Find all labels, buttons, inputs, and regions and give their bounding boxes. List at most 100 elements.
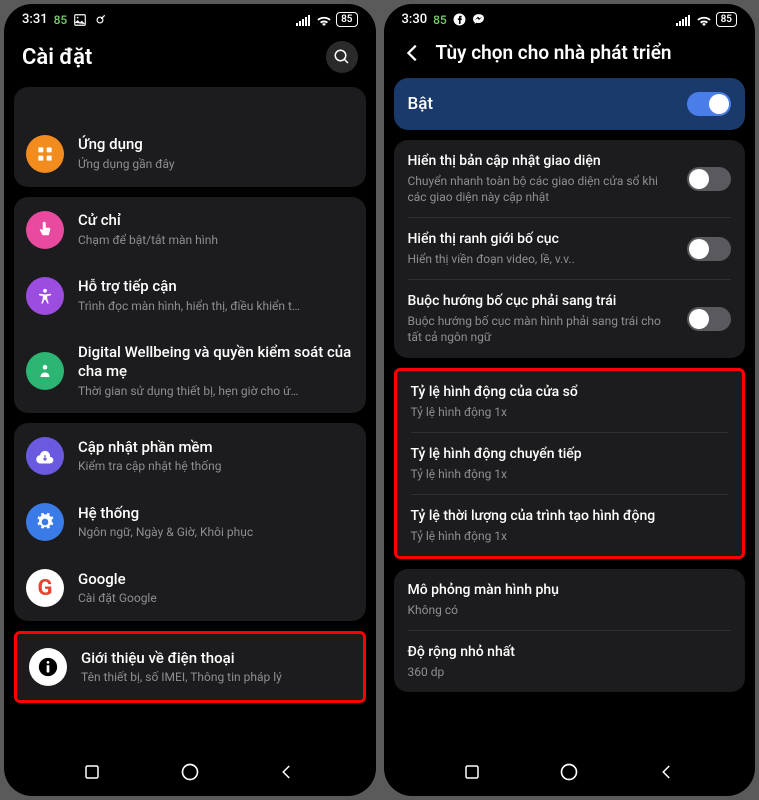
dev-item-title: Buộc hướng bố cục phải sang trái	[408, 292, 678, 311]
image-icon	[73, 13, 87, 27]
list-item-system[interactable]: Hệ thống Ngôn ngữ, Ngày & Giờ, Khôi phục	[14, 489, 366, 555]
list-item-gestures[interactable]: Cử chỉ Chạm để bật/tắt màn hình	[14, 197, 366, 263]
toggle[interactable]	[687, 307, 731, 331]
google-icon: G	[26, 569, 64, 607]
status-time: 3:31	[22, 12, 48, 27]
nav-back[interactable]	[278, 763, 296, 781]
dev-item-sub: Tỷ lệ hình động 1x	[411, 528, 729, 544]
toggle[interactable]	[687, 167, 731, 191]
dev-item-title: Mô phỏng màn hình phụ	[408, 581, 732, 600]
list-item-update[interactable]: Cập nhật phần mềm Kiểm tra cập nhật hệ t…	[14, 423, 366, 489]
list-item-title: Cử chỉ	[78, 211, 354, 231]
info-icon	[29, 648, 67, 686]
touch-icon	[26, 211, 64, 249]
dev-item-sub: Chuyển nhanh toàn bộ các giao diện cửa s…	[408, 173, 678, 205]
location-icon	[93, 13, 107, 27]
dev-item-animator-duration[interactable]: Tỷ lệ thời lượng của trình tạo hình động…	[397, 495, 743, 556]
battery-icon: 85	[336, 12, 357, 27]
header: Tùy chọn cho nhà phát triển	[384, 31, 756, 78]
list-item-title: Hệ thống	[78, 504, 354, 524]
list-item-title: Giới thiệu về điện thoại	[81, 649, 351, 669]
list-item-sub: Ngôn ngữ, Ngày & Giờ, Khôi phục	[78, 525, 354, 541]
list-item-sub: Trình đọc màn hình, hiển thị, điều khiển…	[78, 299, 354, 315]
list-item-sub: Cài đặt Google	[78, 591, 354, 607]
signal-icon	[296, 14, 312, 26]
battery-icon: 85	[716, 12, 737, 27]
dev-group-3: Mô phỏng màn hình phụ Không có Độ rộng n…	[394, 569, 746, 692]
status-bar: 3:30 85 85	[384, 4, 756, 31]
facebook-icon	[453, 13, 466, 26]
list-item-sub: Tên thiết bị, số IMEI, Thông tin pháp lý	[81, 670, 351, 686]
dev-item-title: Tỷ lệ hình động chuyển tiếp	[411, 445, 729, 464]
dev-item-transition-animation[interactable]: Tỷ lệ hình động chuyển tiếp Tỷ lệ hình đ…	[397, 433, 743, 494]
page-title: Cài đặt	[22, 45, 314, 70]
dev-item-secondary-display[interactable]: Mô phỏng màn hình phụ Không có	[394, 569, 746, 630]
list-item-accessibility[interactable]: Hỗ trợ tiếp cận Trình đọc màn hình, hiển…	[14, 263, 366, 329]
nav-bar	[4, 752, 376, 796]
header: Cài đặt	[4, 31, 376, 87]
nav-bar	[384, 752, 756, 796]
page-title: Tùy chọn cho nhà phát triển	[436, 41, 738, 64]
nav-home[interactable]	[559, 762, 579, 782]
accessibility-icon	[26, 277, 64, 315]
list-item-title: Ứng dụng	[78, 135, 354, 155]
list-item-sub: Kiểm tra cập nhật hệ thống	[78, 459, 354, 475]
dev-item-sub: 360 dp	[408, 664, 732, 680]
list-item-google[interactable]: G Google Cài đặt Google	[14, 555, 366, 621]
dev-group-1: Hiển thị bản cập nhật giao diện Chuyển n…	[394, 140, 746, 358]
dev-item-force-rtl[interactable]: Buộc hướng bố cục phải sang trái Buộc hư…	[394, 280, 746, 357]
dev-item-title: Tỷ lệ hình động của cửa sổ	[411, 383, 729, 402]
dev-item-sub: Không có	[408, 602, 732, 618]
list-item-sub: Thời gian sử dụng thiết bị, hẹn giờ cho …	[78, 384, 354, 400]
list-item-sub: Chạm để bật/tắt màn hình	[78, 233, 354, 249]
apps-icon	[26, 135, 64, 173]
phone-right: 3:30 85 85 Tùy chọn cho nhà phát triển B…	[384, 4, 756, 796]
dev-item-title: Độ rộng nhỏ nhất	[408, 643, 732, 662]
list-item-sub: Ứng dụng gần đây	[78, 157, 354, 173]
list-item-title: Google	[78, 570, 354, 590]
status-time: 3:30	[402, 12, 428, 27]
dev-item-sub: Hiển thị viền đoạn video, lề, v.v..	[408, 251, 678, 267]
dev-item-window-animation[interactable]: Tỷ lệ hình động của cửa sổ Tỷ lệ hình độ…	[397, 371, 743, 432]
search-button[interactable]	[326, 41, 358, 73]
search-icon	[333, 48, 351, 66]
settings-list: . Ứng dụng Ứng dụng gần đây Cử chỉ C	[4, 87, 376, 752]
dev-item-sub: Tỷ lệ hình động 1x	[411, 404, 729, 420]
toggle[interactable]	[687, 237, 731, 261]
nav-back[interactable]	[658, 763, 676, 781]
master-toggle-card[interactable]: Bật	[394, 78, 746, 130]
wifi-icon	[696, 14, 712, 26]
back-button[interactable]	[402, 42, 424, 64]
dev-item-surface-updates[interactable]: Hiển thị bản cập nhật giao diện Chuyển n…	[394, 140, 746, 217]
list-item-wellbeing[interactable]: Digital Wellbeing và quyền kiểm soát của…	[14, 329, 366, 414]
list-item-about[interactable]: Giới thiệu về điện thoại Tên thiết bị, s…	[17, 634, 363, 700]
dev-item-title: Hiển thị bản cập nhật giao diện	[408, 152, 678, 171]
dev-item-title: Hiển thị ranh giới bố cục	[408, 230, 678, 249]
signal-icon	[676, 14, 692, 26]
wellbeing-icon	[26, 352, 64, 390]
status-num: 85	[54, 13, 68, 27]
nav-recent[interactable]	[83, 763, 101, 781]
list-item-title: Hỗ trợ tiếp cận	[78, 277, 354, 297]
dev-item-title: Tỷ lệ thời lượng của trình tạo hình động	[411, 507, 729, 526]
master-toggle-label: Bật	[408, 94, 434, 114]
dev-item-sub: Buộc hướng bố cục màn hình phải sang trá…	[408, 313, 678, 345]
dev-item-smallest-width[interactable]: Độ rộng nhỏ nhất 360 dp	[394, 631, 746, 692]
list-item-partial[interactable]: .	[14, 87, 366, 121]
master-toggle[interactable]	[687, 92, 731, 116]
dev-item-layout-bounds[interactable]: Hiển thị ranh giới bố cục Hiển thị viền …	[394, 218, 746, 279]
wifi-icon	[316, 14, 332, 26]
list-item-apps[interactable]: Ứng dụng Ứng dụng gần đây	[14, 121, 366, 187]
cloud-icon	[26, 437, 64, 475]
dev-options-list: Bật Hiển thị bản cập nhật giao diện Chuy…	[384, 78, 756, 752]
nav-home[interactable]	[180, 762, 200, 782]
gear-icon	[26, 503, 64, 541]
phone-left: 3:31 85 85 Cài đặt . Ứng dụn	[4, 4, 376, 796]
nav-recent[interactable]	[463, 763, 481, 781]
messenger-icon	[472, 13, 485, 26]
list-item-title: Digital Wellbeing và quyền kiểm soát của…	[78, 343, 354, 382]
dev-item-sub: Tỷ lệ hình động 1x	[411, 466, 729, 482]
status-num: 85	[433, 13, 447, 27]
list-item-title: Cập nhật phần mềm	[78, 438, 354, 458]
highlighted-animation-group: Tỷ lệ hình động của cửa sổ Tỷ lệ hình độ…	[394, 368, 746, 559]
